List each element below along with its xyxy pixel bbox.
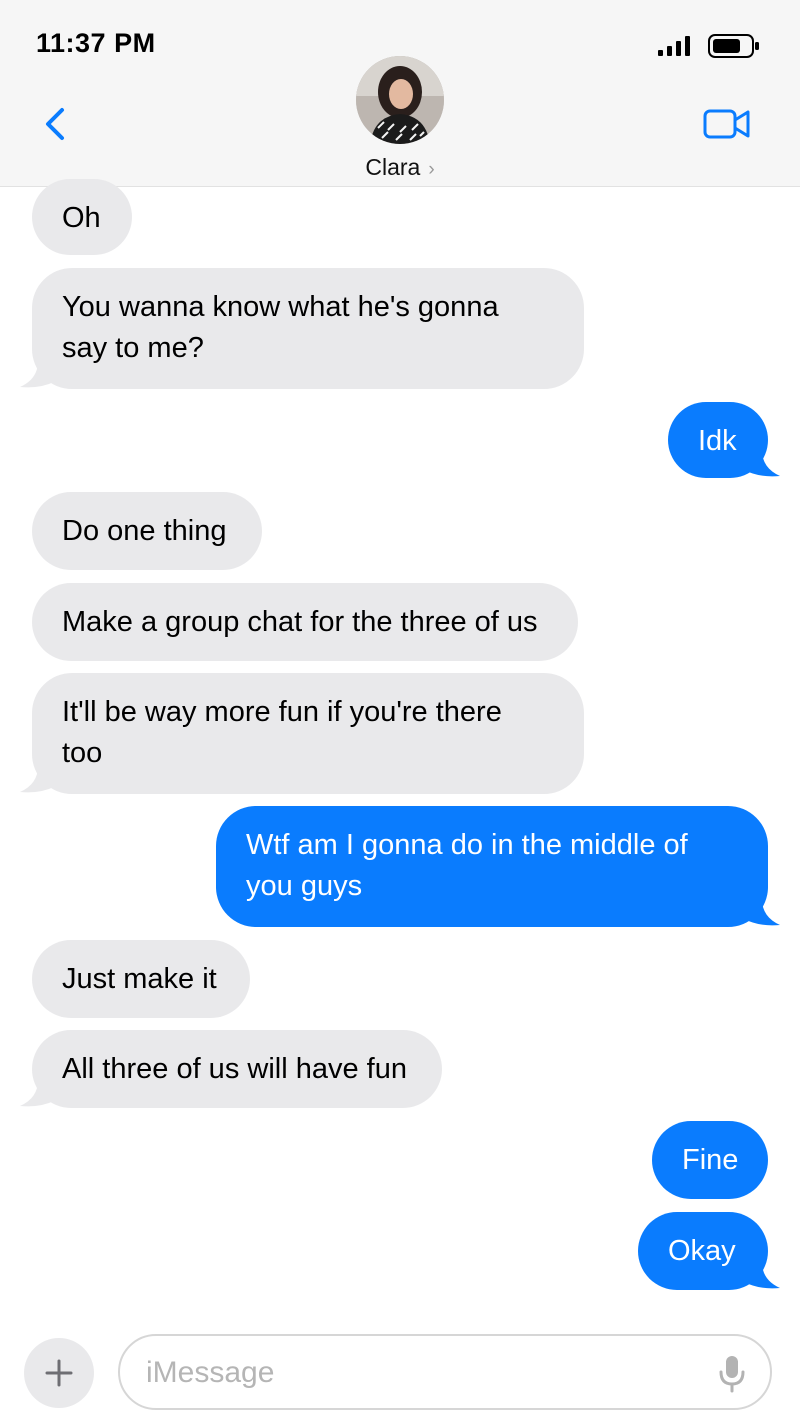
chevron-right-icon: › bbox=[428, 159, 435, 180]
cellular-signal-icon bbox=[658, 36, 690, 56]
received-message[interactable]: Oh bbox=[32, 179, 132, 255]
sent-message[interactable]: Fine bbox=[652, 1121, 768, 1199]
message-input[interactable] bbox=[144, 1350, 688, 1396]
contact-name-button[interactable]: Clara › bbox=[0, 154, 800, 181]
sent-bubble-tail bbox=[744, 899, 780, 926]
sent-message[interactable]: Wtf am I gonna do in the middle of you g… bbox=[216, 806, 768, 927]
status-time: 11:37 PM bbox=[36, 28, 156, 58]
received-message[interactable]: It'll be way more fun if you're there to… bbox=[32, 673, 584, 794]
received-message[interactable]: Do one thing bbox=[32, 492, 262, 570]
received-message[interactable]: Just make it bbox=[32, 940, 250, 1018]
plus-icon bbox=[45, 1359, 73, 1387]
sent-bubble-tail bbox=[744, 1262, 780, 1289]
contact-avatar[interactable] bbox=[356, 56, 444, 144]
received-bubble-tail bbox=[20, 361, 56, 388]
received-message[interactable]: You wanna know what he's gonna say to me… bbox=[32, 268, 584, 389]
contact-name: Clara bbox=[365, 154, 421, 180]
add-attachment-button[interactable] bbox=[24, 1338, 94, 1408]
received-message[interactable]: Make a group chat for the three of us bbox=[32, 583, 578, 661]
conversation-header: 11:37 PM Clara › bbox=[0, 0, 800, 187]
message-input-container[interactable] bbox=[118, 1334, 772, 1410]
microphone-icon[interactable] bbox=[716, 1354, 748, 1394]
avatar-photo bbox=[356, 56, 444, 144]
received-bubble-tail bbox=[20, 766, 56, 793]
back-chevron-icon[interactable] bbox=[40, 104, 72, 144]
received-bubble-tail bbox=[20, 1080, 56, 1107]
sent-bubble-tail bbox=[744, 450, 780, 477]
received-message[interactable]: All three of us will have fun bbox=[32, 1030, 442, 1108]
video-camera-icon[interactable] bbox=[702, 106, 752, 142]
battery-icon bbox=[708, 34, 759, 58]
